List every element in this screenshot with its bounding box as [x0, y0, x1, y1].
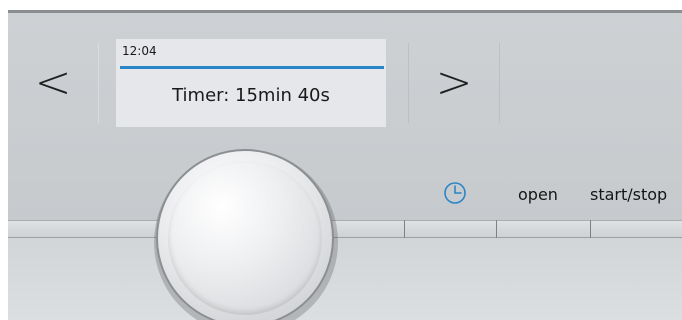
- display-divider: [120, 66, 384, 69]
- chevron-right-icon: >: [435, 57, 473, 108]
- timer-readout: Timer: 15min 40s: [172, 85, 330, 106]
- strip-divider: [496, 220, 497, 238]
- next-button[interactable]: >: [408, 43, 500, 123]
- strip-divider: [404, 220, 405, 238]
- display-screen: 12:04 Timer: 15min 40s: [116, 39, 386, 127]
- open-button[interactable]: open: [518, 185, 558, 204]
- previous-button[interactable]: <: [8, 43, 99, 123]
- lower-panel: [8, 238, 682, 320]
- chevron-left-icon: <: [34, 57, 72, 108]
- control-knob[interactable]: [156, 149, 334, 320]
- start-stop-button[interactable]: start/stop: [590, 185, 667, 204]
- clock-icon: [444, 182, 466, 204]
- appliance-control-panel: < 12:04 Timer: 15min 40s > open start/st…: [8, 10, 682, 320]
- knob-face: [168, 161, 322, 315]
- display-clock: 12:04: [122, 44, 157, 58]
- touch-button-strip: [8, 220, 682, 238]
- timer-button[interactable]: [442, 180, 468, 206]
- strip-divider: [590, 220, 591, 238]
